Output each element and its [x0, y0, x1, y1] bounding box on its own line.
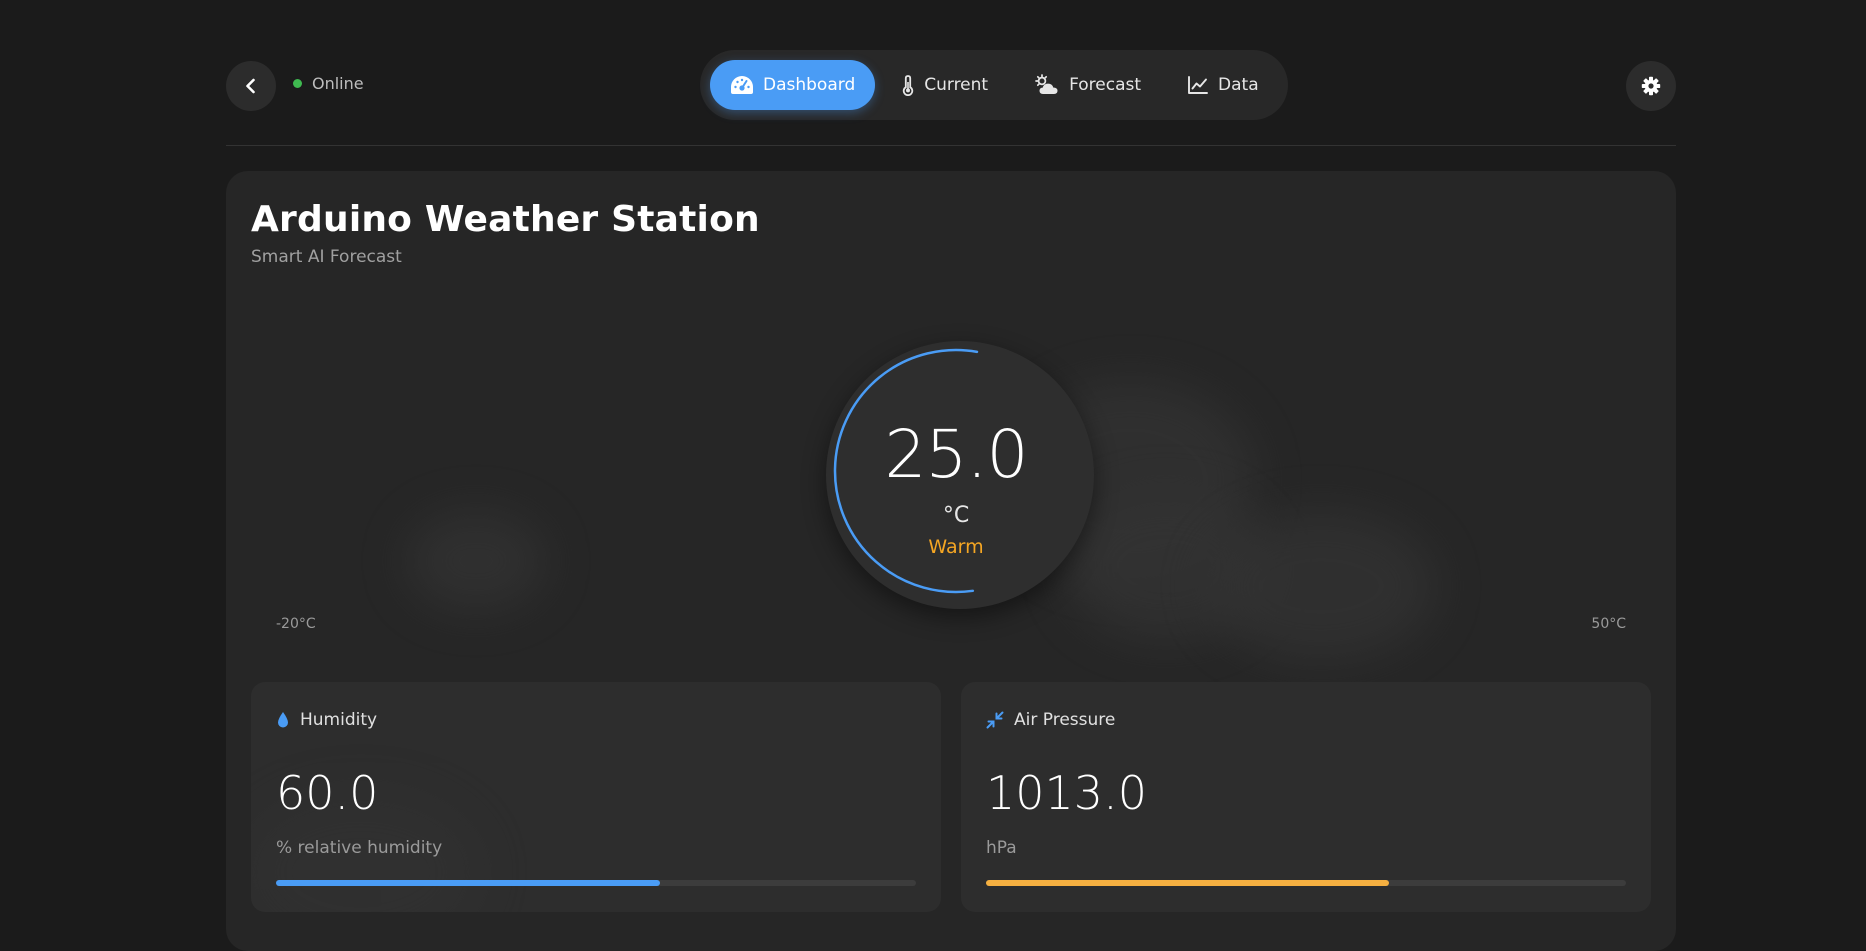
gear-icon [1641, 76, 1661, 96]
humidity-unit: % relative humidity [276, 838, 443, 858]
compress-arrows-icon [986, 711, 1004, 729]
temperature-value: 25.0 [884, 416, 1029, 493]
air-pressure-header: Air Pressure [986, 710, 1115, 730]
header-divider [226, 145, 1676, 146]
tab-data[interactable]: Data [1167, 60, 1279, 110]
humidity-header: Humidity [276, 710, 377, 730]
line-chart-icon [1188, 76, 1208, 94]
temperature-label: Warm [928, 536, 984, 558]
back-button[interactable] [226, 61, 276, 111]
thermometer-icon [903, 75, 914, 96]
weather-card: Arduino Weather Station Smart AI Forecas… [226, 171, 1676, 951]
page-subtitle: Smart AI Forecast [251, 247, 402, 267]
main-nav: Dashboard Current Forecast Data [700, 50, 1288, 120]
scale-min-label: -20°C [276, 616, 316, 632]
tab-label: Forecast [1069, 75, 1142, 95]
tab-label: Data [1218, 75, 1259, 95]
air-pressure-value: 1013.0 [986, 766, 1147, 820]
gauge-icon [731, 76, 753, 94]
temperature-gauge: 25.0 °C Warm [806, 321, 1106, 621]
status-label: Online [312, 74, 364, 93]
settings-button[interactable] [1626, 61, 1676, 111]
air-pressure-card: Air Pressure 1013.0 hPa [961, 682, 1651, 912]
decorative-cloud [1206, 511, 1436, 661]
humidity-value: 60.0 [276, 766, 379, 820]
tab-label: Current [924, 75, 989, 95]
sun-cloud-icon [1035, 74, 1058, 94]
page-title: Arduino Weather Station [251, 199, 760, 240]
humidity-progress-fill [276, 880, 660, 886]
air-pressure-progress-bar [986, 880, 1626, 886]
tab-forecast[interactable]: Forecast [1014, 60, 1161, 110]
app-container: Online Dashboard Current Forecast Data A… [226, 0, 1676, 951]
humidity-title: Humidity [300, 710, 378, 730]
temperature-unit: °C [942, 503, 970, 528]
air-pressure-title: Air Pressure [1014, 710, 1116, 730]
air-pressure-unit: hPa [986, 838, 1017, 858]
tab-label: Dashboard [763, 75, 856, 95]
decorative-cloud [406, 511, 546, 611]
connection-status: Online [293, 74, 364, 93]
status-dot-icon [293, 79, 302, 88]
humidity-progress-bar [276, 880, 916, 886]
tab-current[interactable]: Current [881, 60, 1008, 110]
tab-dashboard[interactable]: Dashboard [710, 60, 876, 110]
top-bar: Online Dashboard Current Forecast Data [226, 50, 1676, 120]
scale-max-label: 50°C [1591, 616, 1626, 632]
humidity-card: Humidity 60.0 % relative humidity [251, 682, 941, 912]
droplet-icon [278, 712, 288, 728]
air-pressure-progress-fill [986, 880, 1390, 886]
chevron-left-icon [246, 78, 255, 94]
